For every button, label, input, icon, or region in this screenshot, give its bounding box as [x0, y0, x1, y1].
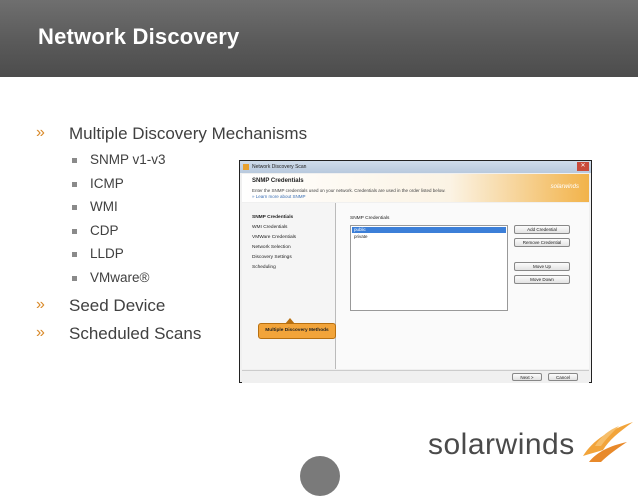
nav-item-discovery-settings[interactable]: Discovery Settings [252, 255, 292, 260]
bullet-marker: » [36, 295, 45, 313]
bullet-marker: » [36, 124, 45, 141]
square-bullet-icon [72, 205, 77, 211]
cancel-button[interactable]: Cancel [548, 373, 578, 381]
dialog-window-title: Network Discovery Scan [252, 164, 307, 170]
nav-item-wmi-credentials[interactable]: WMI Credentials [252, 225, 287, 230]
wizard-nav: SNMP Credentials WMI Credentials VMWare … [242, 203, 336, 369]
remove-credential-button[interactable]: Remove Credential [514, 238, 570, 247]
nav-item-scheduling[interactable]: Scheduling [252, 265, 276, 270]
slide-header: Network Discovery [0, 0, 638, 77]
nav-item-network-selection[interactable]: Network Selection [252, 245, 291, 250]
dialog-footer: Next > Cancel [242, 370, 589, 383]
square-bullet-icon [72, 158, 77, 163]
sub-bullet-label: ICMP [90, 175, 124, 191]
move-up-button[interactable]: Move Up [514, 262, 570, 271]
slide-title: Network Discovery [38, 24, 240, 49]
sub-bullet-label: LLDP [90, 246, 124, 262]
square-bullet-icon [72, 181, 77, 187]
add-credential-button[interactable]: Add Credential [514, 225, 570, 234]
square-bullet-icon [72, 275, 77, 281]
bullet-label: Multiple Discovery Mechanisms [69, 124, 308, 143]
discovery-dialog-screenshot: Network Discovery Scan ✕ SNMP Credential… [239, 160, 592, 383]
callout-label: Multiple Discovery Methods [258, 318, 336, 339]
sub-bullet-label: VMware® [90, 269, 150, 285]
solarwinds-flame-icon [583, 422, 633, 462]
dialog-titlebar: Network Discovery Scan ✕ [240, 161, 591, 173]
bullet-label: Scheduled Scans [69, 323, 202, 343]
list-item[interactable]: private [352, 234, 506, 240]
move-down-button[interactable]: Move Down [514, 275, 570, 284]
brand-logo-text: solarwinds [428, 428, 575, 461]
sub-bullet-label: SNMP v1-v3 [90, 152, 166, 167]
decorative-semicircle [300, 456, 340, 496]
close-icon[interactable]: ✕ [577, 162, 589, 171]
bullet-label: Seed Device [69, 295, 166, 315]
learn-more-link[interactable]: » Learn more about SNMP [252, 194, 306, 199]
dialog-header: SNMP Credentials Enter the SNMP credenti… [242, 174, 589, 202]
dialog-content: SNMP Credentials public private Add Cred… [336, 203, 589, 369]
square-bullet-icon [72, 228, 77, 234]
nav-item-vmware-credentials[interactable]: VMWare Credentials [252, 235, 296, 240]
list-item[interactable]: public [352, 227, 506, 233]
next-button[interactable]: Next > [512, 373, 542, 381]
dialog-header-subtitle: Enter the SNMP credentials used on your … [252, 188, 446, 193]
square-bullet-icon [72, 252, 77, 258]
app-icon [243, 164, 249, 170]
credentials-list[interactable]: public private [350, 225, 508, 311]
sub-bullet-label: CDP [90, 222, 119, 238]
bullet-marker: » [36, 323, 45, 341]
dialog-brand-logo: solarwinds [550, 184, 579, 190]
sub-bullet-label: WMI [90, 199, 118, 215]
credentials-list-label: SNMP Credentials [350, 216, 390, 221]
dialog-header-title: SNMP Credentials [252, 178, 304, 184]
nav-item-snmp-credentials[interactable]: SNMP Credentials [252, 215, 293, 220]
